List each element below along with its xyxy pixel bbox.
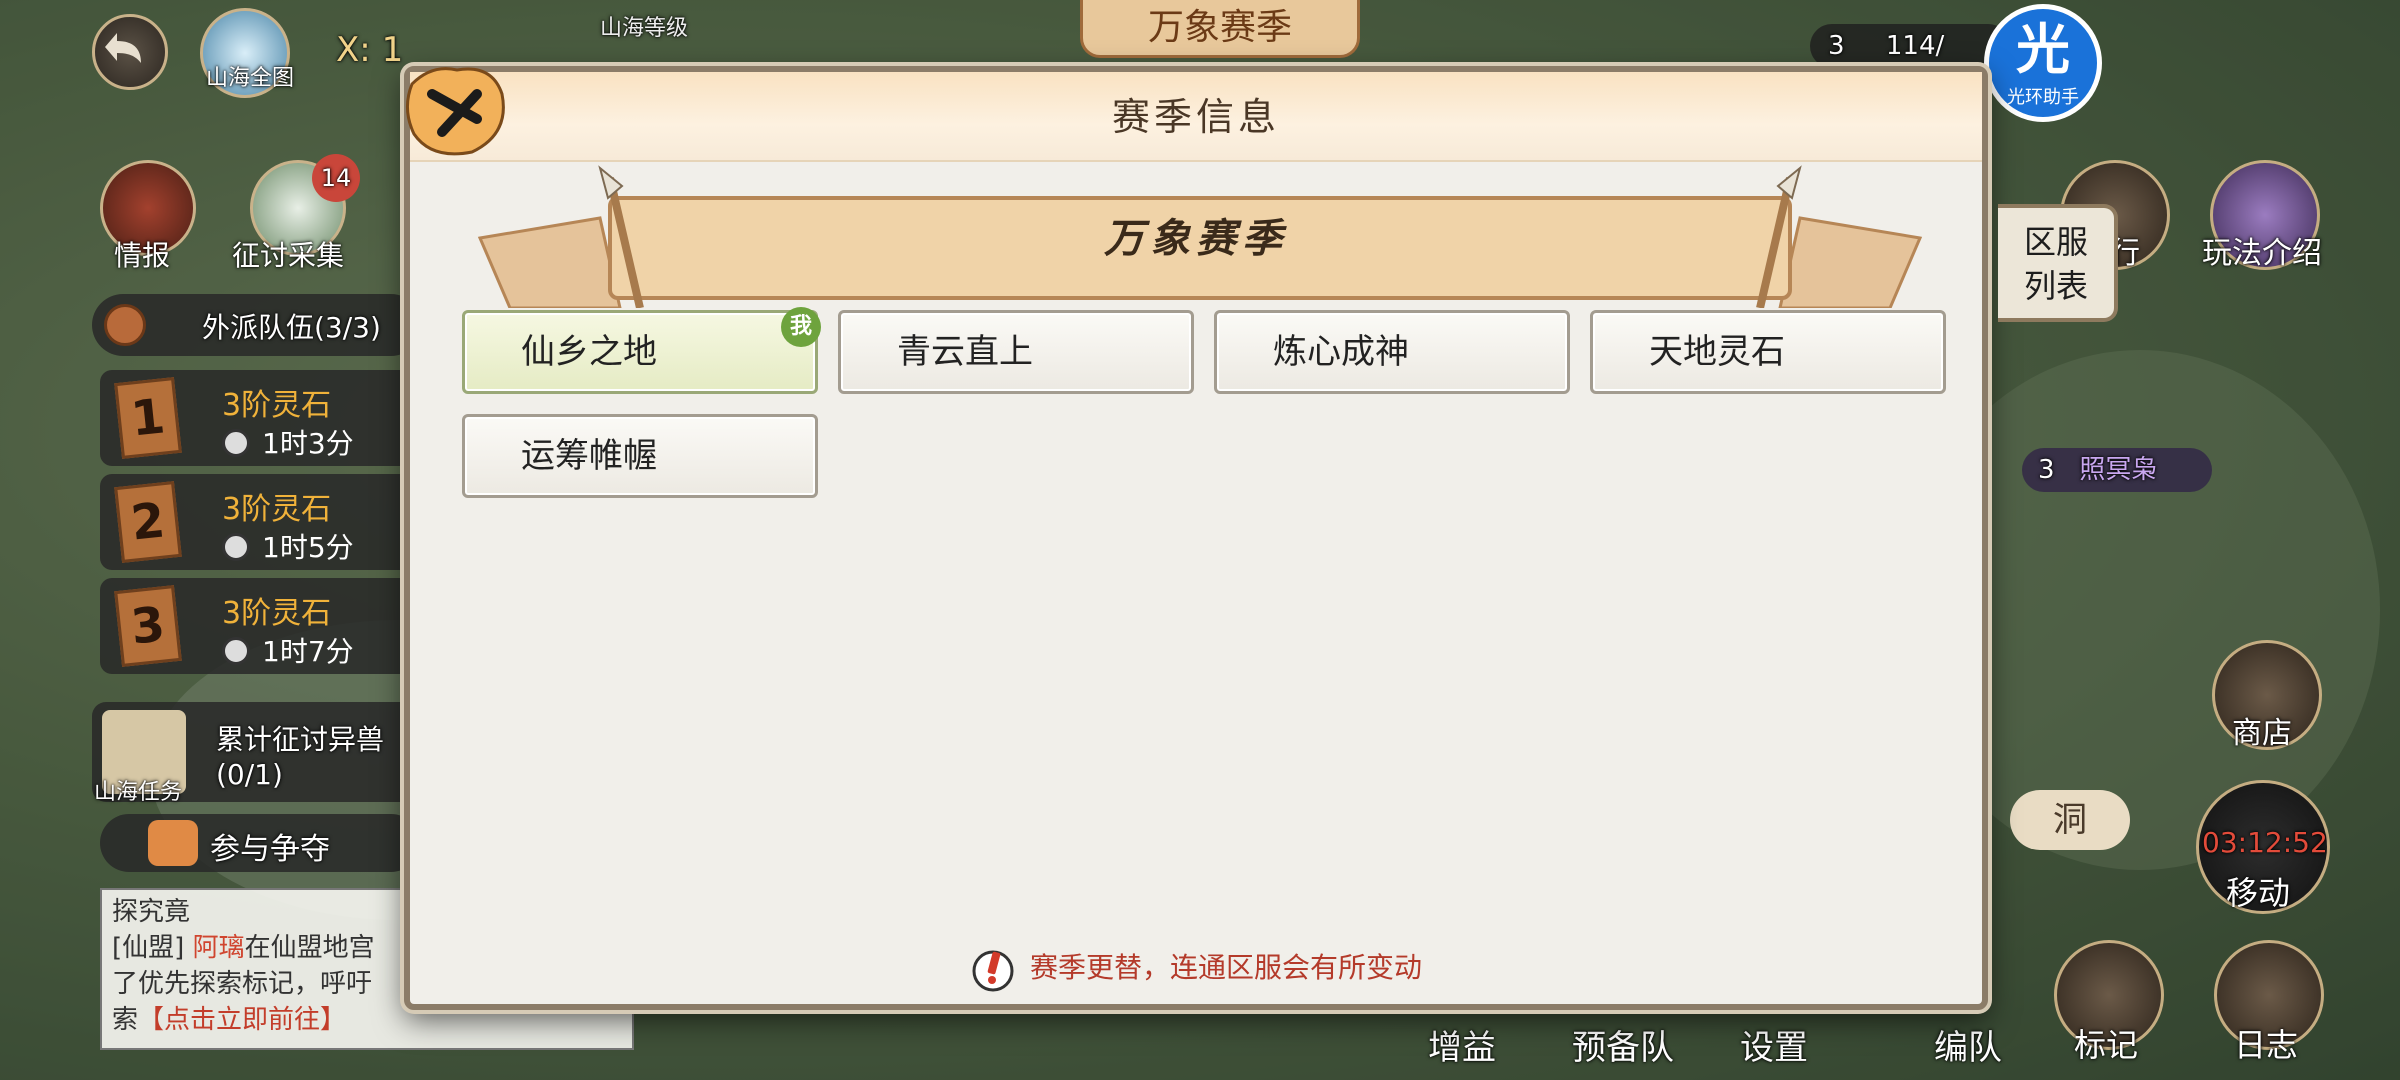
- team-time: 1时5分: [222, 526, 354, 566]
- collapse-icon[interactable]: [104, 304, 146, 346]
- map-level-label: 山海等级: [600, 16, 689, 41]
- team-resource: 3阶灵石: [222, 388, 332, 423]
- formation-button[interactable]: 编队: [1934, 1020, 2002, 1069]
- monster-tag[interactable]: 3 照冥枭: [2022, 448, 2212, 492]
- server-option-label: 炼心成神: [1273, 332, 1409, 372]
- server-option-label: 运筹帷幄: [521, 436, 657, 476]
- buff-button[interactable]: 增益: [1428, 1020, 1496, 1069]
- team-flag: 3: [114, 585, 182, 667]
- back-button[interactable]: [92, 14, 168, 90]
- server-option[interactable]: 天地灵石: [1590, 310, 1946, 394]
- team-flag: 1: [114, 377, 182, 459]
- mark-label: 标记: [2074, 1026, 2139, 1064]
- world-map-label: 山海全图: [206, 66, 295, 91]
- team-header-label: 外派队伍(3/3): [202, 311, 381, 344]
- team-card[interactable]: 1 3阶灵石 1时3分: [100, 370, 420, 466]
- chat-player-name[interactable]: 阿璃: [193, 933, 245, 963]
- server-option[interactable]: 炼心成神: [1214, 310, 1570, 394]
- dialog-title: 赛季信息: [1111, 95, 1280, 139]
- season-name: 万象赛季: [1104, 215, 1288, 262]
- toggle-knob: [148, 820, 198, 866]
- current-server-badge: 我: [781, 307, 821, 347]
- team-time: 1时3分: [222, 422, 354, 462]
- chat-go-link[interactable]: 【点击立即前往】: [138, 1005, 346, 1035]
- shop-label: 商店: [2232, 716, 2292, 751]
- team-header[interactable]: 外派队伍(3/3): [92, 294, 422, 356]
- task-panel[interactable]: 累计征讨异兽 (0/1) 山海任务: [92, 702, 422, 805]
- coordinate-label: X: 1: [336, 30, 404, 70]
- season-info-dialog: 赛季信息 万象赛季 仙乡之地 我 青云直上 炼心成神 天地灵石 运筹帷幄 赛季更…: [404, 66, 1988, 1010]
- server-list-tab[interactable]: 区服 列表: [1998, 204, 2118, 322]
- clock-icon: [222, 533, 250, 561]
- task-text: 累计征讨异兽: [216, 723, 385, 756]
- move-label: 移动: [2226, 874, 2291, 912]
- log-label: 日志: [2234, 1026, 2299, 1064]
- team-card[interactable]: 3 3阶灵石 1时7分: [100, 578, 420, 674]
- team-resource: 3阶灵石: [222, 596, 332, 631]
- join-contest-toggle[interactable]: 参与争夺: [100, 814, 420, 872]
- energy-counter: 3 114/: [1810, 24, 2010, 68]
- server-option[interactable]: 青云直上: [838, 310, 1194, 394]
- task-label: 山海任务: [94, 780, 183, 805]
- season-notice-text: 赛季更替，连通区服会有所变动: [1029, 951, 1422, 984]
- close-icon[interactable]: [402, 64, 512, 160]
- team-flag: 2: [114, 481, 182, 563]
- helper-label: 光环助手: [2007, 87, 2079, 108]
- intel-label: 情报: [114, 239, 171, 272]
- expedition-label: 征讨采集: [232, 239, 345, 272]
- team-resource: 3阶灵石: [222, 492, 332, 527]
- warning-icon: [972, 950, 1014, 992]
- clock-icon: [222, 429, 250, 457]
- server-option-label: 天地灵石: [1649, 332, 1785, 372]
- server-list-tab-line1: 区服: [2023, 223, 2088, 261]
- team-time: 1时7分: [222, 630, 354, 670]
- cave-label[interactable]: 洞: [2010, 790, 2130, 850]
- season-banner: 万象赛季: [1080, 0, 1360, 58]
- clock-icon: [222, 637, 250, 665]
- server-option-label: 青云直上: [897, 332, 1033, 372]
- task-progress: (0/1): [216, 758, 283, 791]
- reserve-button[interactable]: 预备队: [1572, 1020, 1674, 1069]
- guide-label: 玩法介绍: [2202, 236, 2322, 271]
- move-timer: 03:12:52: [2202, 826, 2328, 859]
- team-card[interactable]: 2 3阶灵石 1时5分: [100, 474, 420, 570]
- server-option-label: 仙乡之地: [521, 332, 657, 372]
- server-option[interactable]: 仙乡之地 我: [462, 307, 821, 394]
- server-list-tab-line2: 列表: [2023, 267, 2088, 305]
- join-contest-label: 参与争夺: [210, 832, 330, 867]
- helper-glyph: 光: [2016, 18, 2070, 81]
- back-arrow-icon: [105, 33, 141, 63]
- settings-button[interactable]: 设置: [1740, 1020, 1808, 1069]
- halo-helper-button[interactable]: 光 光环助手: [1984, 4, 2102, 122]
- server-option[interactable]: 运筹帷幄: [462, 414, 818, 498]
- season-notice: 赛季更替，连通区服会有所变动: [410, 946, 1982, 992]
- expedition-badge: 14: [312, 154, 360, 202]
